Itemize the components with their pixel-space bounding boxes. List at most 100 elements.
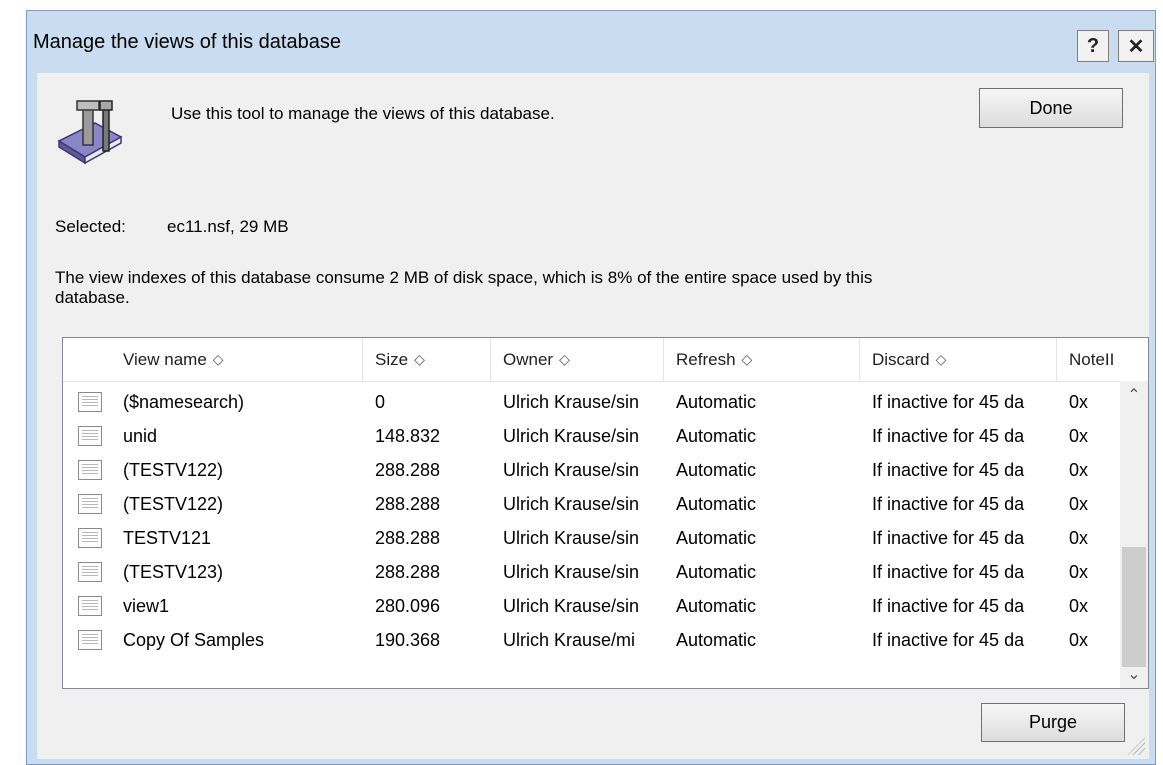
column-label: Owner	[503, 349, 554, 369]
cell-owner: Ulrich Krause/sin	[503, 528, 640, 548]
disk-usage-description: The view indexes of this database consum…	[55, 268, 873, 307]
cell-discard: If inactive for 45 da	[872, 596, 1025, 616]
cell-discard: If inactive for 45 da	[872, 392, 1025, 412]
cell-noteid: 0x	[1069, 460, 1089, 480]
help-icon: ?	[1086, 34, 1100, 57]
tools-book-icon	[57, 100, 123, 165]
scroll-up-icon[interactable]: ⌃	[1120, 381, 1148, 409]
column-label: Refresh	[676, 349, 736, 369]
cell-name: (TESTV122)	[123, 494, 224, 514]
close-icon: ✕	[1127, 35, 1145, 58]
cell-refresh: Automatic	[676, 494, 757, 514]
cell-owner: Ulrich Krause/mi	[503, 630, 636, 650]
intro-text: Use this tool to manage the views of thi…	[171, 104, 555, 123]
cell-size: 288.288	[375, 528, 441, 548]
cell-refresh: Automatic	[676, 426, 757, 446]
table-row[interactable]: unid 148.832 Ulrich Krause/sin Automatic If …	[63, 419, 1121, 453]
column-header-view-name[interactable]: View name ◇	[63, 338, 363, 381]
cell-owner: Ulrich Krause/sin	[503, 392, 640, 412]
resize-grip-icon[interactable]	[1127, 737, 1145, 755]
sort-icon: ◇	[741, 351, 753, 367]
cell-noteid: 0x	[1069, 426, 1089, 446]
view-icon	[78, 392, 102, 412]
cell-owner: Ulrich Krause/sin	[503, 460, 640, 480]
selected-value: ec11.nsf, 29 MB	[167, 217, 289, 236]
sort-icon: ◇	[559, 351, 570, 367]
purge-button[interactable]: Purge	[981, 703, 1125, 742]
cell-refresh: Automatic	[676, 630, 757, 650]
cell-name: ($namesearch)	[123, 392, 245, 412]
view-icon	[78, 562, 102, 582]
cell-owner: Ulrich Krause/sin	[503, 494, 640, 514]
column-header-discard[interactable]: Discard ◇	[860, 338, 1057, 381]
done-button[interactable]: Done	[979, 88, 1123, 128]
cell-size: 288.288	[375, 562, 441, 582]
cell-noteid: 0x	[1069, 562, 1089, 582]
cell-refresh: Automatic	[676, 460, 757, 480]
cell-noteid: 0x	[1069, 528, 1089, 548]
table-row[interactable]: (TESTV123) 288.288 Ulrich Krause/sin Automa…	[63, 555, 1121, 589]
sort-icon: ◇	[414, 351, 425, 367]
cell-name: (TESTV123)	[123, 562, 224, 582]
table-row[interactable]: Copy Of Samples 190.368 Ulrich Krause/mi Au…	[63, 623, 1121, 657]
cell-noteid: 0x	[1069, 630, 1089, 650]
cell-discard: If inactive for 45 da	[872, 630, 1025, 650]
dialog-body: Use this tool to manage the views of thi…	[37, 73, 1149, 759]
cell-refresh: Automatic	[676, 596, 757, 616]
cell-size: 190.368	[375, 630, 441, 650]
cell-owner: Ulrich Krause/sin	[503, 426, 640, 446]
cell-owner: Ulrich Krause/sin	[503, 562, 640, 582]
cell-discard: If inactive for 45 da	[872, 494, 1025, 514]
column-header-refresh[interactable]: Refresh ◇	[664, 338, 860, 381]
cell-noteid: 0x	[1069, 494, 1089, 514]
column-label: Size	[375, 349, 409, 369]
sort-icon: ◇	[212, 351, 224, 367]
views-list[interactable]: View name ◇ Size ◇ Owner ◇ Refresh ◇ Discard…	[62, 337, 1149, 689]
column-label: NoteII	[1069, 349, 1115, 369]
scroll-down-icon[interactable]: ⌄	[1120, 660, 1148, 688]
table-row[interactable]: ($namesearch) 0 Ulrich Krause/sin Automatic…	[63, 385, 1121, 419]
scrollbar-thumb[interactable]	[1122, 547, 1146, 667]
cell-discard: If inactive for 45 da	[872, 528, 1025, 548]
selected-label: Selected:	[55, 217, 126, 236]
close-button[interactable]: ✕	[1118, 30, 1154, 62]
view-icon	[78, 596, 102, 616]
column-header-size[interactable]: Size ◇	[363, 338, 491, 381]
cell-size: 280.096	[375, 596, 441, 616]
column-label: Discard	[872, 349, 930, 369]
view-icon	[78, 528, 102, 548]
view-icon	[78, 630, 102, 650]
cell-name: (TESTV122)	[123, 460, 224, 480]
help-button[interactable]: ?	[1077, 30, 1109, 62]
table-row[interactable]: TESTV121 288.288 Ulrich Krause/sin Automati…	[63, 521, 1121, 555]
cell-size: 288.288	[375, 460, 441, 480]
cell-noteid: 0x	[1069, 596, 1089, 616]
table-row[interactable]: (TESTV122) 288.288 Ulrich Krause/sin Automa…	[63, 487, 1121, 521]
table-row[interactable]: view1 280.096 Ulrich Krause/sin Automatic If…	[63, 589, 1121, 623]
cell-owner: Ulrich Krause/sin	[503, 596, 640, 616]
column-header-owner[interactable]: Owner ◇	[491, 338, 664, 381]
cell-refresh: Automatic	[676, 392, 757, 412]
manage-views-dialog: Manage the views of this database ? ✕ Us…	[26, 10, 1156, 765]
cell-size: 148.832	[375, 426, 441, 446]
view-icon	[78, 494, 102, 514]
cell-refresh: Automatic	[676, 528, 757, 548]
table-row[interactable]: (TESTV122) 288.288 Ulrich Krause/sin Automa…	[63, 453, 1121, 487]
column-label: View name	[123, 349, 207, 369]
cell-noteid: 0x	[1069, 392, 1089, 412]
cell-refresh: Automatic	[676, 562, 757, 582]
title-bar[interactable]: Manage the views of this database ? ✕	[27, 11, 1155, 73]
dialog-title: Manage the views of this database	[33, 31, 341, 53]
view-icon	[78, 460, 102, 480]
cell-name: unid	[123, 426, 158, 446]
cell-name: Copy Of Samples	[123, 630, 265, 650]
selected-info: Selected: ec11.nsf, 29 MB	[55, 217, 289, 237]
view-icon	[78, 426, 102, 446]
vertical-scrollbar[interactable]: ⌃ ⌄	[1120, 381, 1148, 688]
cell-discard: If inactive for 45 da	[872, 426, 1025, 446]
cell-size: 288.288	[375, 494, 441, 514]
cell-size: 0	[375, 392, 386, 412]
column-header-noteid[interactable]: NoteII	[1057, 338, 1148, 381]
list-header: View name ◇ Size ◇ Owner ◇ Refresh ◇ Discard…	[63, 338, 1148, 382]
cell-name: TESTV121	[123, 528, 212, 548]
